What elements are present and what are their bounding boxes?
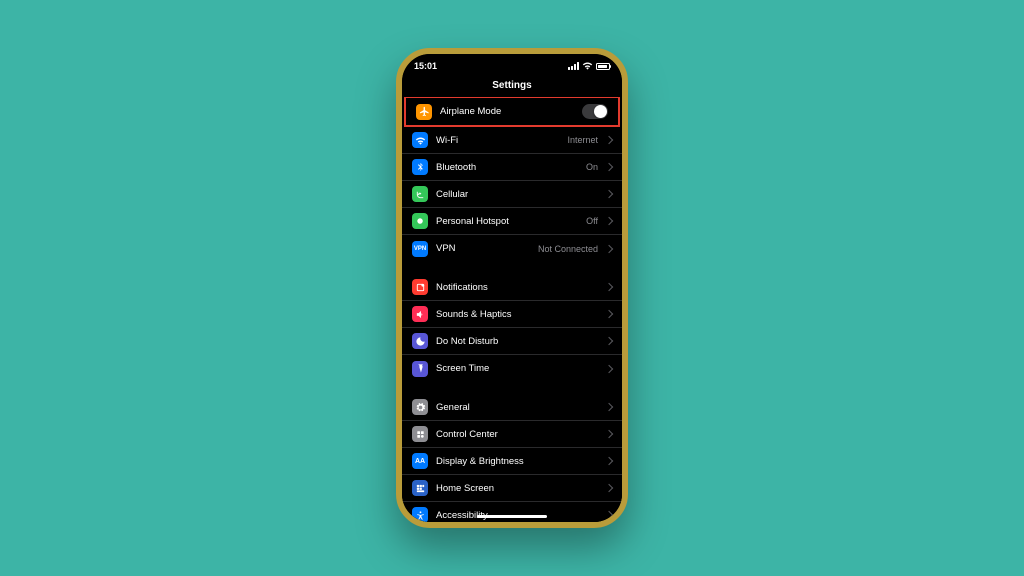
vpn-icon: VPN [412, 241, 428, 257]
volume-up-button [396, 164, 397, 194]
bluetooth-icon [412, 159, 428, 175]
chevron-icon [605, 337, 613, 345]
row-wifi[interactable]: Wi-Fi Internet [402, 127, 622, 154]
chevron-icon [605, 403, 613, 411]
row-bluetooth[interactable]: Bluetooth On [402, 154, 622, 181]
row-vpn[interactable]: VPN VPN Not Connected [402, 235, 622, 262]
row-label: Bluetooth [436, 162, 578, 173]
chevron-icon [605, 163, 613, 171]
homescreen-icon [412, 480, 428, 496]
battery-icon [596, 63, 610, 70]
row-label: VPN [436, 243, 530, 254]
row-general[interactable]: General [402, 394, 622, 421]
row-label: Display & Brightness [436, 456, 598, 467]
volume-down-button [396, 200, 397, 230]
row-value: Internet [567, 135, 598, 145]
display-icon: AA [412, 453, 428, 469]
chevron-icon [605, 457, 613, 465]
cellular-signal-icon [568, 62, 579, 70]
chevron-icon [605, 511, 613, 519]
screen: 15:01 Settings Airplane Mode [402, 54, 622, 522]
chevron-icon [605, 364, 613, 372]
row-value: On [586, 162, 598, 172]
chevron-icon [605, 430, 613, 438]
row-label: Airplane Mode [440, 106, 574, 117]
row-label: Sounds & Haptics [436, 309, 598, 320]
side-button [627, 164, 628, 216]
chevron-icon [605, 217, 613, 225]
row-sounds-haptics[interactable]: Sounds & Haptics [402, 301, 622, 328]
row-label: Personal Hotspot [436, 216, 578, 227]
settings-list[interactable]: Airplane Mode Wi-Fi Internet [402, 97, 622, 522]
row-label: Cellular [436, 189, 598, 200]
status-indicators [568, 62, 610, 70]
highlight-annotation: Airplane Mode [404, 97, 620, 127]
row-cellular[interactable]: Cellular [402, 181, 622, 208]
airplane-mode-toggle[interactable] [582, 104, 608, 119]
general-icon [412, 399, 428, 415]
row-personal-hotspot[interactable]: Personal Hotspot Off [402, 208, 622, 235]
settings-group-general: General Control Center AA Display & Brig… [402, 394, 622, 522]
settings-group-notifications: Notifications Sounds & Haptics Do Not Di… [402, 274, 622, 382]
row-value: Not Connected [538, 244, 598, 254]
row-label: Control Center [436, 429, 598, 440]
row-label: Notifications [436, 282, 598, 293]
wifi-status-icon [582, 62, 593, 70]
notch [462, 54, 562, 72]
row-label: Wi-Fi [436, 135, 559, 146]
wifi-icon [412, 132, 428, 148]
chevron-icon [605, 484, 613, 492]
chevron-icon [605, 136, 613, 144]
chevron-icon [605, 190, 613, 198]
row-value: Off [586, 216, 598, 226]
row-accessibility[interactable]: Accessibility [402, 502, 622, 522]
row-label: Home Screen [436, 483, 598, 494]
sounds-icon [412, 306, 428, 322]
cellular-icon [412, 186, 428, 202]
screentime-icon [412, 361, 428, 377]
row-screen-time[interactable]: Screen Time [402, 355, 622, 382]
row-home-screen[interactable]: Home Screen [402, 475, 622, 502]
row-control-center[interactable]: Control Center [402, 421, 622, 448]
page-title: Settings [402, 78, 622, 97]
home-indicator[interactable] [477, 515, 547, 518]
airplane-icon [416, 104, 432, 120]
phone-frame: 15:01 Settings Airplane Mode [396, 48, 628, 528]
notifications-icon [412, 279, 428, 295]
chevron-icon [605, 310, 613, 318]
settings-group-network: Airplane Mode Wi-Fi Internet [402, 97, 622, 262]
row-notifications[interactable]: Notifications [402, 274, 622, 301]
row-airplane-mode[interactable]: Airplane Mode [406, 98, 618, 125]
control-center-icon [412, 426, 428, 442]
mute-switch [396, 134, 397, 154]
row-do-not-disturb[interactable]: Do Not Disturb [402, 328, 622, 355]
hotspot-icon [412, 213, 428, 229]
chevron-icon [605, 283, 613, 291]
dnd-icon [412, 333, 428, 349]
chevron-icon [605, 244, 613, 252]
status-time: 15:01 [414, 61, 437, 71]
accessibility-icon [412, 507, 428, 522]
row-display-brightness[interactable]: AA Display & Brightness [402, 448, 622, 475]
row-label: Screen Time [436, 363, 598, 374]
row-label: General [436, 402, 598, 413]
row-label: Do Not Disturb [436, 336, 598, 347]
